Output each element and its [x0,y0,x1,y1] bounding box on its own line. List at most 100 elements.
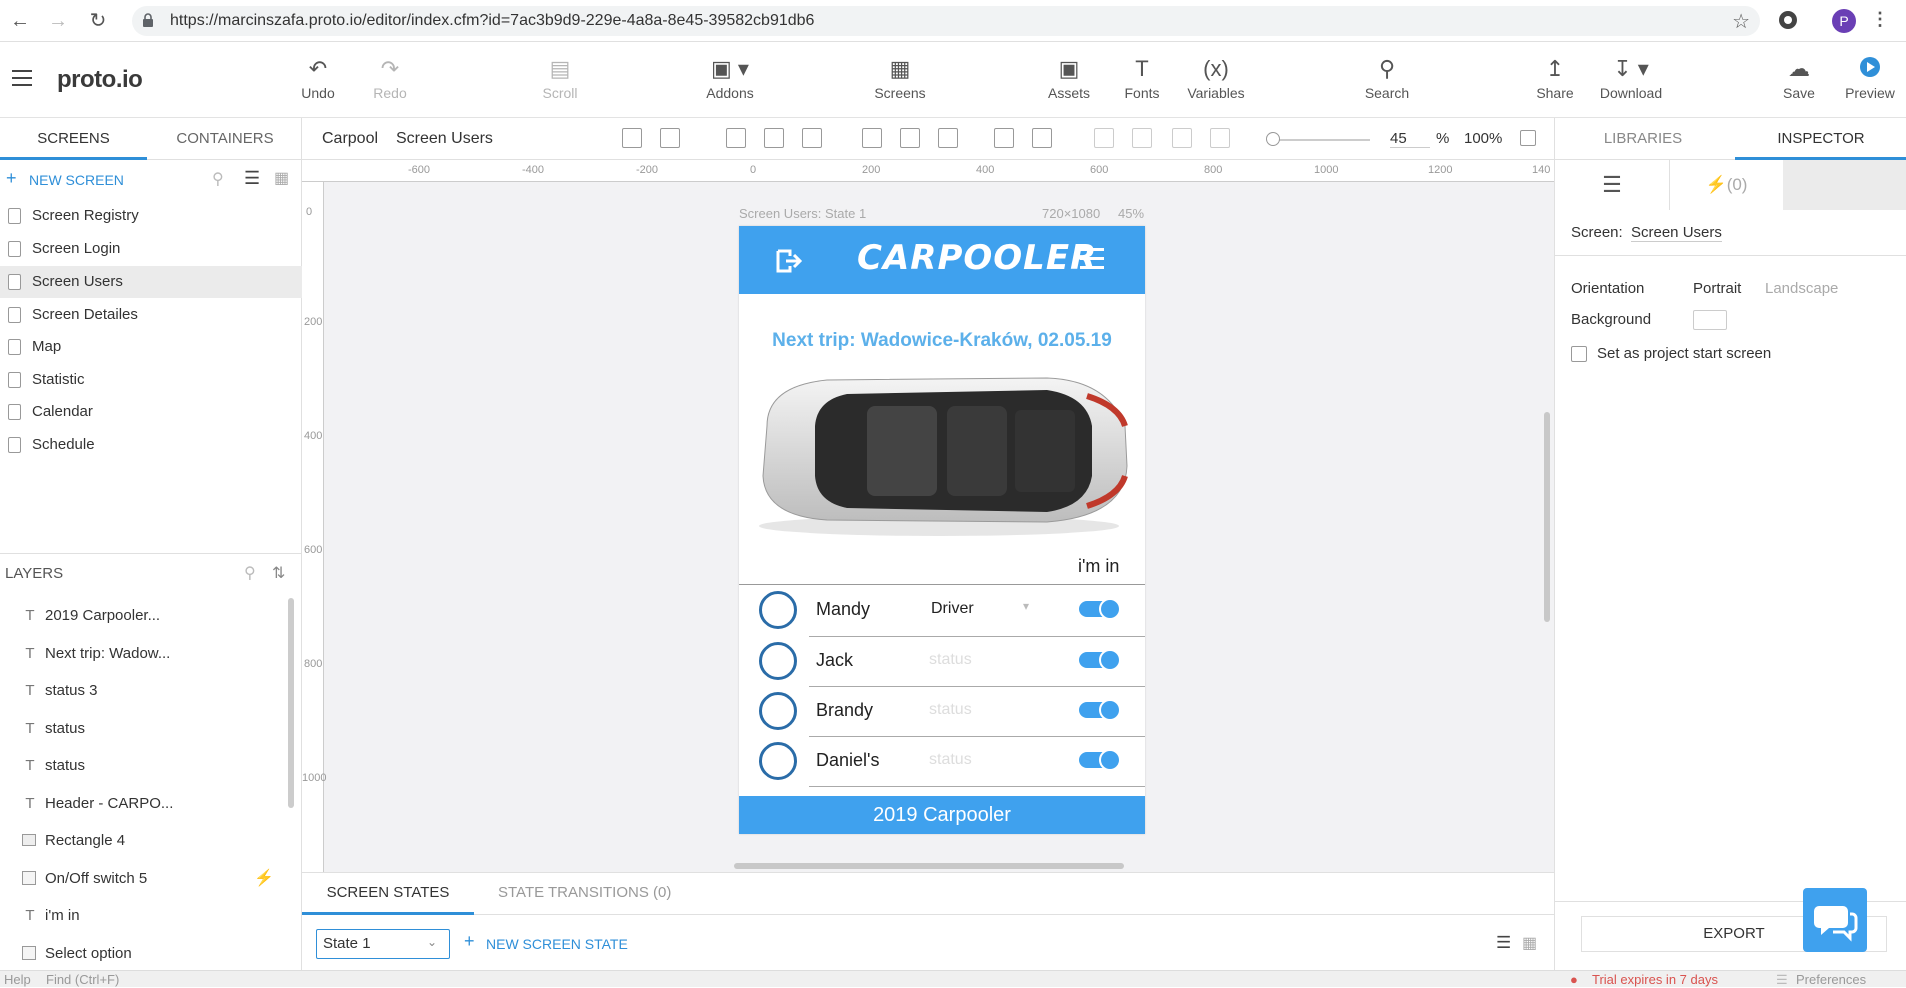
send-back-icon[interactable] [1210,128,1230,148]
align-bottom-icon[interactable] [938,128,958,148]
addons-button[interactable]: ▣ ▾ Addons [702,56,758,101]
breadcrumb-screen[interactable]: Screen Users [396,130,493,148]
status-input[interactable]: status [929,751,972,769]
search-icon[interactable]: ⚲ [212,169,224,189]
layer-item[interactable]: Tstatus [0,710,290,747]
plus-icon[interactable]: + [6,168,17,189]
on-off-switch[interactable] [1079,699,1121,721]
portrait-option[interactable]: Portrait [1693,280,1741,297]
search-button[interactable]: ⚲ Search [1362,56,1412,101]
user-row[interactable]: Mandy Driver ▾ [739,584,1145,634]
screen-item-selected[interactable]: Screen Users [0,266,302,298]
variables-button[interactable]: (x) Variables [1186,56,1246,101]
tab-screen-states[interactable]: SCREEN STATES [302,873,474,915]
trial-notice[interactable]: Trial expires in 7 days [1592,972,1718,987]
list-view-icon[interactable]: ☰ [244,168,260,189]
browser-menu-icon[interactable]: ⋮ [1868,9,1892,33]
status-select[interactable]: Driver [931,600,974,618]
ungroup-icon[interactable] [1132,128,1152,148]
assets-button[interactable]: ▣ Assets [1046,56,1092,101]
on-off-switch[interactable] [1079,749,1121,771]
zoom-100-button[interactable]: 100% [1464,130,1502,147]
logout-icon[interactable] [775,248,803,274]
redo-button[interactable]: ↷ Redo [368,56,412,101]
layer-item[interactable]: Tstatus [0,747,290,784]
layer-item[interactable]: Tstatus 3 [0,672,290,709]
back-arrow-icon[interactable]: ← [8,9,32,33]
chat-button[interactable] [1803,888,1867,952]
screen-name-input[interactable]: Screen Users [1631,224,1722,242]
lightning-icon[interactable]: ⚡ [254,860,274,897]
on-off-switch[interactable] [1079,598,1121,620]
profile-avatar[interactable]: P [1832,9,1856,33]
status-input[interactable]: status [929,701,972,719]
layer-item[interactable]: Select option [0,935,290,972]
fit-icon[interactable] [660,128,680,148]
zoom-input[interactable]: 45 [1390,130,1430,148]
screen-item[interactable]: Screen Detailes [0,299,302,331]
find-link[interactable]: Find (Ctrl+F) [46,972,119,987]
align-middle-icon[interactable] [900,128,920,148]
screen-item[interactable]: Calendar [0,396,302,428]
search-icon[interactable]: ⚲ [244,554,256,594]
screen-item[interactable]: Schedule [0,429,302,461]
layer-item[interactable]: On/Off switch 5 ⚡ [0,860,290,897]
screens-button[interactable]: ▦ Screens [872,56,928,101]
breadcrumb-project[interactable]: Carpool [322,130,378,148]
download-button[interactable]: ↧ ▾ Download [1596,56,1666,101]
preview-button[interactable]: Preview [1842,56,1898,101]
properties-sliders-icon[interactable]: ☰ [1555,160,1669,210]
user-row[interactable]: Daniel's status [739,736,1145,787]
url-text[interactable]: https://marcinszafa.proto.io/editor/inde… [170,12,814,30]
screen-item[interactable]: Map [0,331,302,363]
help-link[interactable]: Help [4,972,31,987]
bring-front-icon[interactable] [1172,128,1192,148]
vertical-scrollbar[interactable] [1544,412,1550,622]
address-bar[interactable]: https://marcinszafa.proto.io/editor/inde… [132,6,1760,36]
horizontal-scrollbar[interactable] [734,863,1124,869]
tab-libraries[interactable]: LIBRARIES [1555,118,1731,160]
interactions-tab[interactable]: ⚡(0) [1669,160,1783,210]
group-icon[interactable] [1094,128,1114,148]
state-select[interactable]: State 1 ⌄ [316,929,450,959]
reload-icon[interactable]: ↻ [86,9,110,33]
start-screen-checkbox[interactable] [1571,346,1587,362]
layer-item[interactable]: T Next trip: Wadow... [0,635,290,672]
zoom-slider-thumb[interactable] [1266,132,1280,146]
grid-view-icon[interactable]: ▦ [274,168,289,188]
scroll-button[interactable]: ▤ Scroll [538,56,582,101]
new-screen-state-button[interactable]: NEW SCREEN STATE [486,936,628,952]
distribute-vertical-icon[interactable] [1032,128,1052,148]
user-row[interactable]: Brandy status [739,686,1145,736]
screen-item[interactable]: Statistic [0,364,302,396]
layer-item[interactable]: T 2019 Carpooler... [0,597,290,634]
layer-item[interactable]: T Header - CARPO... [0,785,290,822]
fonts-button[interactable]: T Fonts [1122,56,1162,101]
preferences-link[interactable]: Preferences [1796,972,1866,987]
screen-item[interactable]: Screen Registry [0,200,302,232]
landscape-option[interactable]: Landscape [1765,280,1838,297]
tab-state-transitions[interactable]: STATE TRANSITIONS (0) [498,873,671,915]
align-center-icon[interactable] [764,128,784,148]
distribute-horizontal-icon[interactable] [994,128,1014,148]
tab-inspector[interactable]: INSPECTOR [1735,118,1906,160]
on-off-switch[interactable] [1079,649,1121,671]
zoom-slider[interactable] [1270,139,1370,141]
plus-icon[interactable]: + [464,931,475,952]
user-row[interactable]: Jack status [739,636,1145,686]
list-view-icon[interactable]: ☰ [1496,933,1511,953]
align-top-icon[interactable] [862,128,882,148]
layers-scrollbar[interactable] [288,598,294,808]
tab-screens[interactable]: SCREENS [0,118,147,160]
layer-item[interactable]: Ti'm in [0,897,290,934]
main-menu-icon[interactable] [12,70,32,86]
chevron-down-icon[interactable]: ▾ [1023,599,1029,613]
screen-item[interactable]: Screen Login [0,233,302,265]
tab-containers[interactable]: CONTAINERS [150,118,300,160]
sort-icon[interactable]: ⇅ [272,554,285,594]
background-color-swatch[interactable] [1693,310,1727,330]
align-right-icon[interactable] [802,128,822,148]
undo-button[interactable]: ↶ Undo [296,56,340,101]
bookmark-star-icon[interactable]: ☆ [1732,9,1750,34]
layer-item[interactable]: Rectangle 4 [0,822,290,859]
